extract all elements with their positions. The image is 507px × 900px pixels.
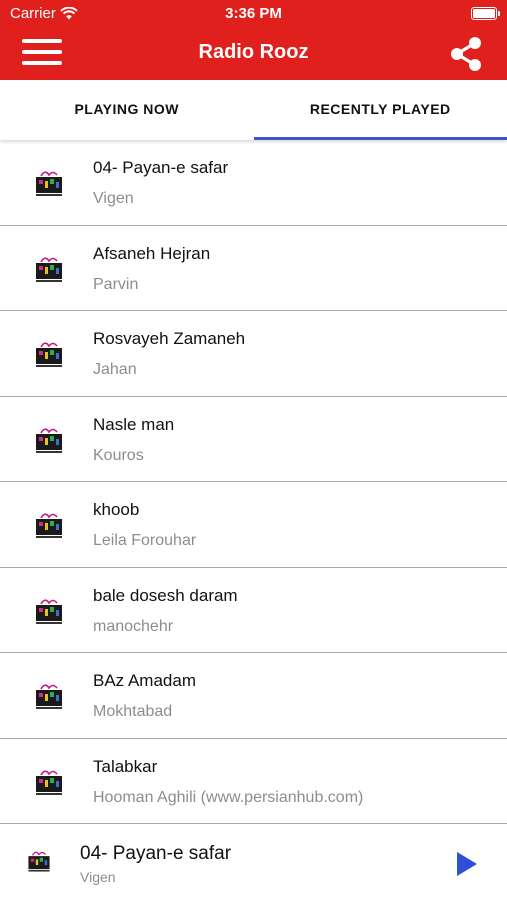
list-item[interactable]: Nasle man Kouros bbox=[0, 397, 507, 482]
song-title: 04- Payan-e safar bbox=[93, 158, 229, 177]
station-logo-thumbnail bbox=[33, 509, 65, 541]
station-logo-thumbnail bbox=[33, 594, 65, 627]
list-item[interactable]: Rosvayeh Zamaneh Jahan bbox=[0, 311, 507, 397]
artist-name: Hooman Aghili (www.persianhub.com) bbox=[93, 788, 364, 806]
list-item[interactable]: khoob Leila Forouhar bbox=[0, 482, 507, 568]
list-item[interactable]: bale dosesh daram manochehr bbox=[0, 568, 507, 653]
artist-name: Jahan bbox=[93, 361, 137, 378]
list-item[interactable]: Afsaneh Hejran Parvin bbox=[0, 226, 507, 311]
station-logo-thumbnail bbox=[33, 423, 65, 456]
station-logo-thumbnail bbox=[33, 338, 65, 370]
status-bar: Carrier 3:36 PM bbox=[0, 0, 507, 28]
status-time: 3:36 PM bbox=[225, 5, 282, 22]
song-title: BAz Amadam bbox=[93, 671, 196, 690]
station-logo-thumbnail bbox=[33, 680, 65, 712]
station-logo-thumbnail bbox=[33, 167, 65, 199]
artist-name: manochehr bbox=[93, 617, 174, 635]
song-title: Talabkar bbox=[93, 756, 158, 776]
list-item[interactable]: Talabkar Hooman Aghili (www.persianhub.co… bbox=[0, 739, 507, 824]
now-playing-artist: Vigen bbox=[80, 869, 116, 885]
list-item[interactable]: 04- Payan-e safar Vigen bbox=[0, 140, 507, 226]
recently-played-list: 04- Payan-e safar Vigen Afsaneh Hejran Par… bbox=[0, 140, 507, 824]
station-logo-thumbnail bbox=[33, 765, 65, 798]
station-logo-thumbnail bbox=[33, 252, 65, 285]
song-title: khoob bbox=[93, 500, 140, 519]
now-playing-song: 04- Payan-e safar bbox=[80, 843, 232, 864]
app-title: Radio Rooz bbox=[198, 41, 309, 63]
battery-icon bbox=[471, 7, 500, 20]
tab-recently-played[interactable]: RECENTLY PLAYED bbox=[253, 80, 507, 140]
app-header: Radio Rooz bbox=[0, 28, 507, 80]
now-playing-bar[interactable]: 04- Payan-e safar Vigen bbox=[0, 825, 507, 900]
song-title: Nasle man bbox=[93, 414, 175, 434]
tab-bar: PLAYING NOW RECENTLY PLAYED bbox=[0, 80, 507, 140]
artist-name: Mokhtabad bbox=[93, 703, 173, 720]
song-title: Afsaneh Hejran bbox=[93, 243, 211, 263]
share-icon[interactable] bbox=[447, 35, 485, 73]
artist-name: Kouros bbox=[93, 446, 144, 464]
list-item[interactable]: BAz Amadam Mokhtabad bbox=[0, 653, 507, 739]
tab-playing-now[interactable]: PLAYING NOW bbox=[0, 80, 254, 140]
play-icon[interactable] bbox=[455, 850, 479, 878]
artist-name: Leila Forouhar bbox=[93, 532, 197, 549]
artist-name: Parvin bbox=[93, 275, 139, 293]
station-logo-thumbnail bbox=[26, 848, 52, 874]
song-title: bale dosesh daram bbox=[93, 585, 238, 605]
artist-name: Vigen bbox=[93, 190, 134, 207]
song-title: Rosvayeh Zamaneh bbox=[93, 329, 246, 348]
